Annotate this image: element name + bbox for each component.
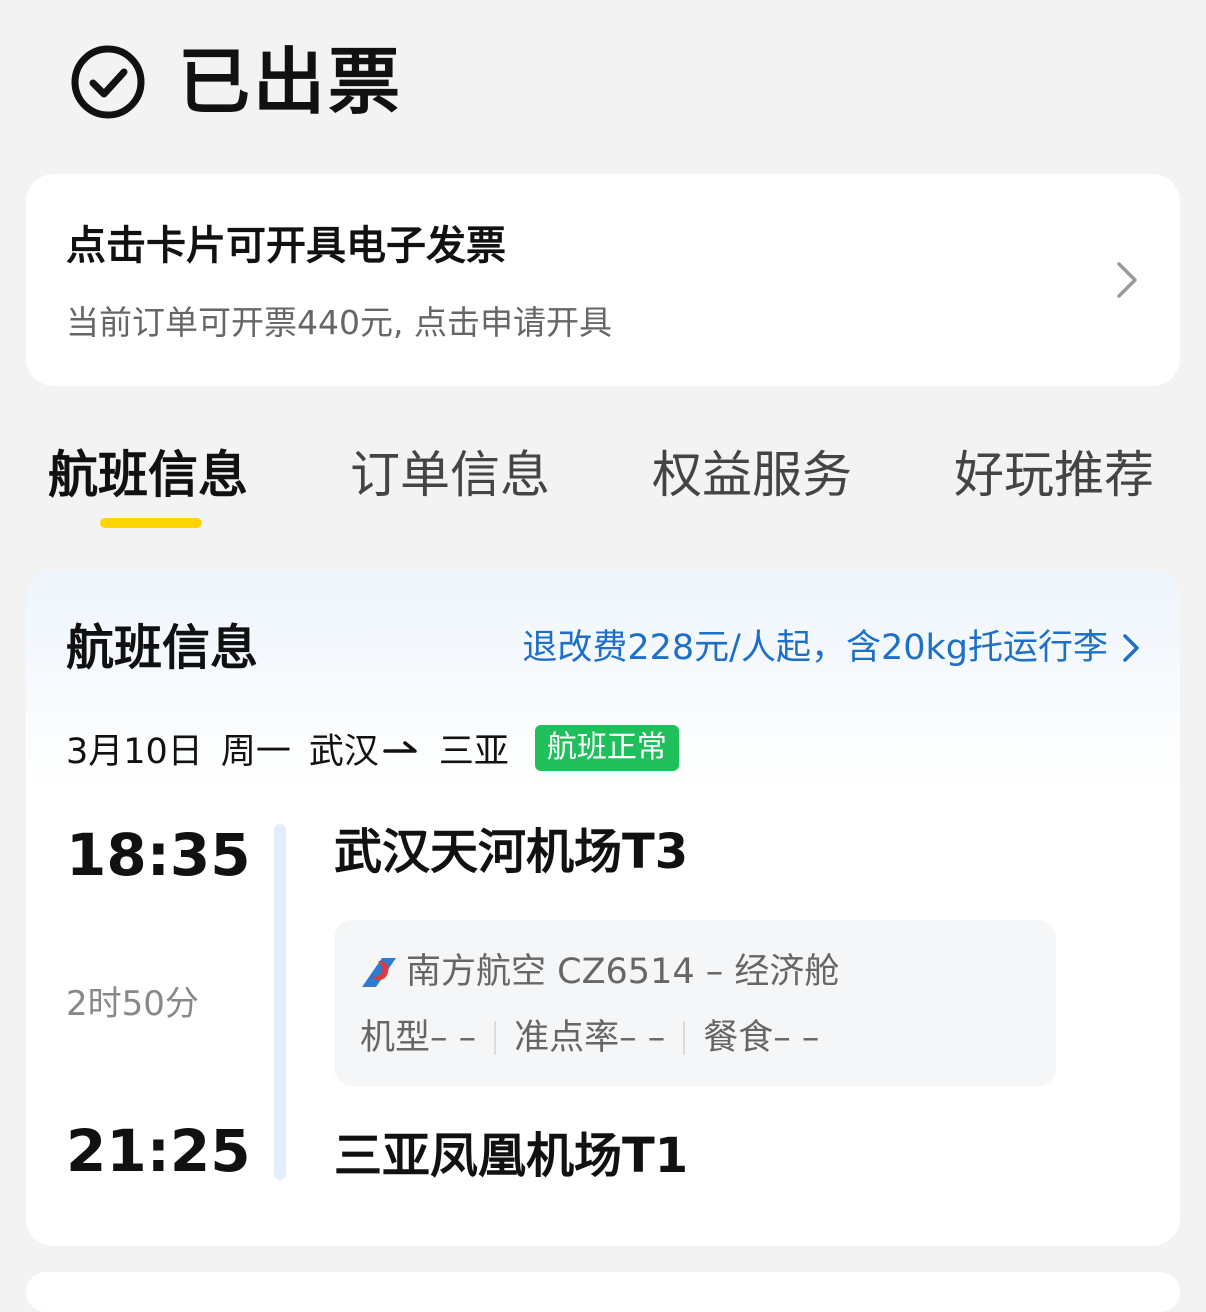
china-southern-logo-icon bbox=[362, 958, 396, 987]
tab-bar: 航班信息 订单信息 权益服务 好玩推荐 bbox=[48, 440, 1188, 540]
aircraft-type: 机型– – bbox=[360, 1018, 477, 1058]
flight-weekday: 周一 bbox=[220, 731, 291, 772]
tab-recommendations[interactable]: 好玩推荐 bbox=[954, 440, 1154, 510]
ticket-status-header: 已出票 bbox=[68, 40, 403, 124]
tab-order-info[interactable]: 订单信息 bbox=[350, 440, 550, 510]
arrival-airport: 三亚凤凰机场T1 bbox=[334, 1128, 689, 1184]
tab-benefit-services[interactable]: 权益服务 bbox=[652, 440, 852, 510]
flight-status-badge: 航班正常 bbox=[534, 725, 679, 771]
refund-policy-link[interactable]: 退改费228元/人起，含20kg托运行李 bbox=[522, 626, 1140, 670]
divider bbox=[494, 1021, 497, 1055]
flight-duration: 2时50分 bbox=[66, 984, 199, 1024]
flight-detail-box[interactable]: 南方航空 CZ6514 – 经济舱 机型– – 准点率– – 餐食– – bbox=[334, 920, 1056, 1086]
invoice-subtitle: 当前订单可开票440元, 点击申请开具 bbox=[66, 303, 612, 342]
departure-time: 18:35 bbox=[66, 821, 251, 889]
origin-city: 武汉 bbox=[308, 731, 379, 772]
on-time-rate: 准点率– – bbox=[514, 1018, 666, 1058]
arrival-time: 21:25 bbox=[66, 1117, 251, 1185]
arrow-right-icon bbox=[383, 741, 417, 753]
check-circle-icon bbox=[71, 45, 145, 119]
departure-airport: 武汉天河机场T3 bbox=[334, 824, 689, 880]
invoice-card[interactable]: 点击卡片可开具电子发票 当前订单可开票440元, 点击申请开具 bbox=[26, 174, 1180, 386]
route-summary: 3月10日 周一 武汉 三亚 航班正常 bbox=[66, 725, 679, 772]
airline-row: 南方航空 CZ6514 – 经济舱 bbox=[360, 950, 839, 994]
meal-info: 餐食– – bbox=[703, 1018, 820, 1058]
divider bbox=[683, 1021, 686, 1055]
active-tab-indicator bbox=[100, 518, 202, 528]
chevron-right-icon[interactable] bbox=[1114, 260, 1140, 300]
flight-info-card: 航班信息 退改费228元/人起，含20kg托运行李 3月10日 周一 武汉 三亚… bbox=[26, 570, 1180, 1246]
next-card-partial bbox=[26, 1272, 1180, 1312]
refund-policy-text: 退改费228元/人起，含20kg托运行李 bbox=[522, 628, 1108, 668]
chevron-right-icon bbox=[1123, 634, 1139, 662]
flight-meta-row: 机型– – 准点率– – 餐食– – bbox=[360, 1016, 819, 1060]
destination-city: 三亚 bbox=[438, 731, 509, 772]
timeline-bar bbox=[274, 824, 286, 1180]
flight-date: 3月10日 bbox=[66, 731, 203, 772]
ticket-status-title: 已出票 bbox=[178, 40, 404, 124]
invoice-title: 点击卡片可开具电子发票 bbox=[66, 223, 506, 269]
tab-flight-info[interactable]: 航班信息 bbox=[48, 440, 248, 510]
flight-section-title: 航班信息 bbox=[66, 620, 259, 676]
airline-flight-number: 南方航空 CZ6514 – 经济舱 bbox=[406, 952, 840, 992]
